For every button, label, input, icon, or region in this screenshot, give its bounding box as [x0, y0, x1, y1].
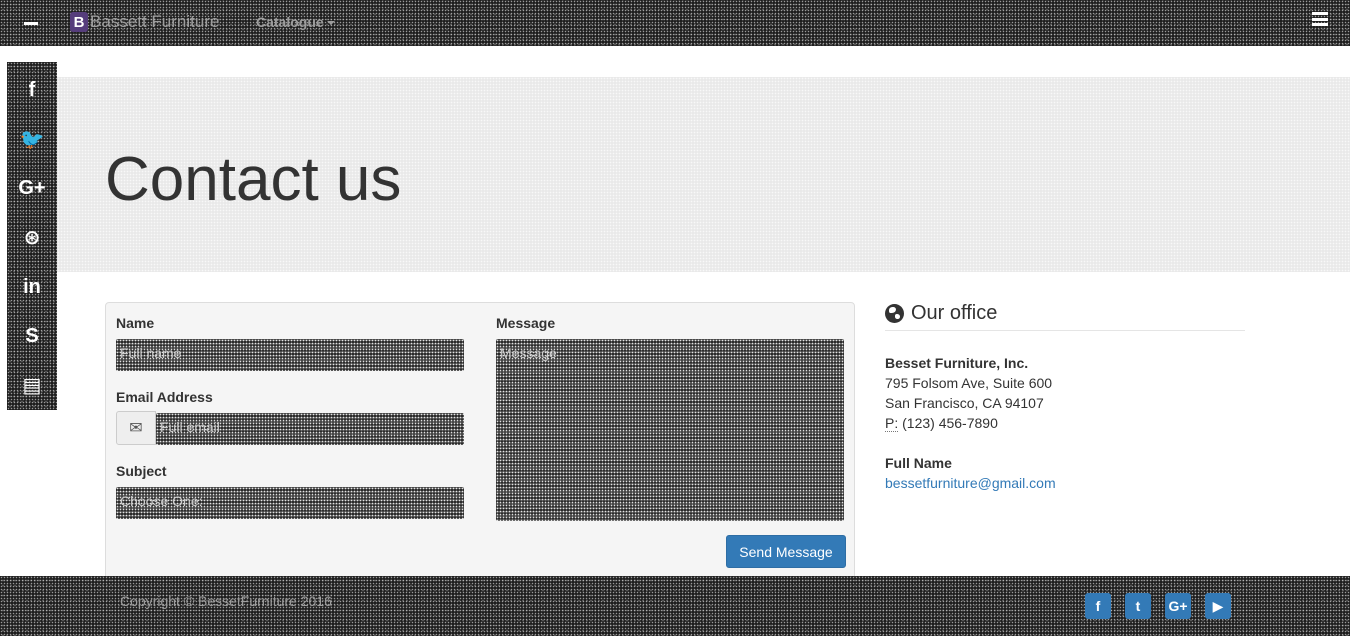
footer: Copyright © BessetFurniture 2016 f t G+ … — [0, 576, 1350, 636]
envelope-icon: ✉ — [116, 411, 156, 445]
name-input[interactable]: Full name — [116, 339, 464, 371]
facebook-icon[interactable]: f — [7, 66, 57, 115]
name-label: Name — [116, 315, 155, 331]
contact-block: Full Name bessetfurniture@gmail.com — [885, 453, 1245, 493]
phone-line: P: (123) 456-7890 — [885, 413, 1245, 433]
contact-name: Full Name — [885, 455, 952, 471]
subject-select[interactable]: Choose One: — [116, 487, 464, 519]
brand-logo-icon: B — [70, 12, 88, 32]
caret-down-icon — [326, 21, 335, 25]
office-info: Our office Besset Furniture, Inc. 795 Fo… — [885, 302, 1245, 493]
hamburger-bar — [1312, 17, 1328, 21]
address-line-2: San Francisco, CA 94107 — [885, 395, 1044, 411]
contact-form: Name Full name Email Address ✉ Full emai… — [105, 302, 855, 592]
catalogue-label: Catalogue — [256, 14, 324, 30]
twitter-icon[interactable]: 🐦 — [7, 115, 57, 164]
twitter-icon[interactable]: t — [1125, 593, 1151, 619]
send-message-button[interactable]: Send Message — [726, 535, 846, 568]
sidebar-toggle-button[interactable] — [14, 10, 48, 36]
facebook-icon[interactable]: f — [1085, 593, 1111, 619]
phone-number: (123) 456-7890 — [902, 415, 998, 431]
blog-icon[interactable]: ▤ — [7, 361, 57, 410]
office-title: Our office — [911, 302, 998, 324]
page-header: Contact us — [57, 77, 1350, 272]
copyright-text: Copyright © BessetFurniture 2016 — [120, 593, 332, 609]
minus-icon — [24, 21, 38, 25]
linkedin-icon[interactable]: in — [7, 263, 57, 312]
skype-icon[interactable]: S — [7, 312, 57, 361]
brand-link[interactable]: B Bassett Furniture — [70, 11, 219, 33]
address-line-1: 795 Folsom Ave, Suite 600 — [885, 375, 1053, 391]
subject-label: Subject — [116, 463, 167, 479]
hamburger-bar — [1312, 12, 1328, 15]
office-heading: Our office — [885, 302, 1245, 331]
email-link[interactable]: bessetfurniture@gmail.com — [885, 475, 1056, 491]
office-address: Besset Furniture, Inc. 795 Folsom Ave, S… — [885, 353, 1245, 433]
menu-toggle-button[interactable] — [1312, 12, 1328, 26]
youtube-icon[interactable]: ▶ — [1205, 593, 1231, 619]
brand-name: Bassett Furniture — [90, 12, 220, 31]
google-plus-icon[interactable]: G+ — [1165, 593, 1191, 619]
social-sidebar: f 🐦 G+ ⊛ in S ▤ — [7, 62, 57, 410]
footer-social-icons: f t G+ ▶ — [1085, 593, 1231, 619]
globe-icon — [885, 304, 904, 323]
message-label: Message — [496, 315, 556, 331]
email-input[interactable]: Full email — [156, 413, 464, 445]
hamburger-bar — [1312, 23, 1328, 26]
phone-abbr: P: — [885, 415, 899, 432]
google-plus-icon[interactable]: G+ — [7, 164, 57, 213]
top-navbar: B Bassett Furniture Catalogue — [0, 0, 1350, 46]
message-textarea[interactable]: Message — [496, 339, 844, 521]
catalogue-dropdown[interactable]: Catalogue — [256, 14, 335, 30]
company-name: Besset Furniture, Inc. — [885, 355, 1029, 371]
github-icon[interactable]: ⊛ — [7, 213, 57, 262]
page-title: Contact us — [105, 145, 402, 214]
email-label: Email Address — [116, 389, 213, 405]
